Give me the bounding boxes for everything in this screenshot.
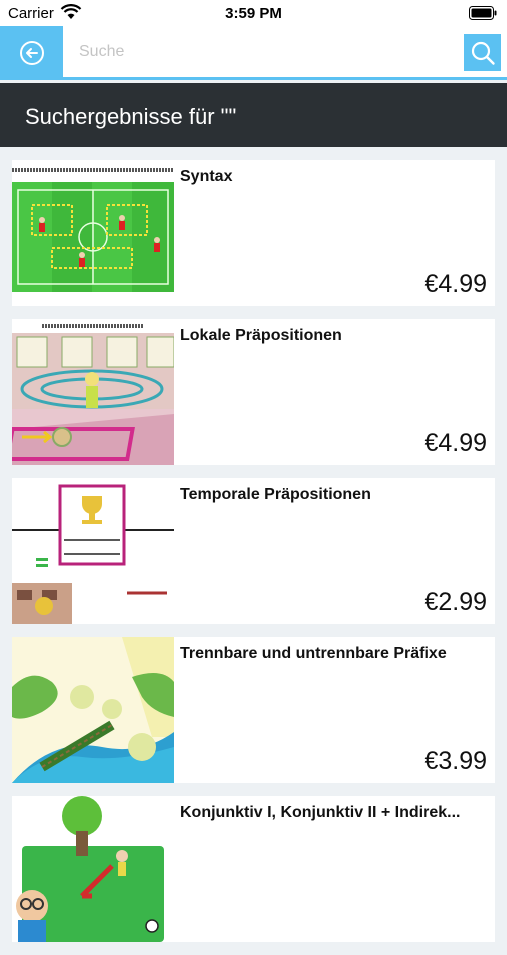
result-card[interactable]: Lokale Präpositionen €4.99 [12, 319, 495, 465]
course-thumbnail-image [12, 637, 174, 783]
result-card[interactable]: Trennbare und untrennbare Präfixe €3.99 [12, 637, 495, 783]
back-arrow-icon [19, 41, 44, 65]
search-input[interactable] [79, 36, 449, 68]
result-card[interactable]: Syntax €4.99 [12, 160, 495, 306]
result-price: €4.99 [424, 429, 487, 457]
search-button[interactable] [464, 34, 501, 71]
search-icon [471, 41, 495, 65]
search-bar [0, 26, 507, 80]
course-thumbnail-image [12, 478, 174, 624]
result-price: €3.99 [424, 747, 487, 775]
result-title: Lokale Präpositionen [180, 327, 342, 344]
results-list: Syntax €4.99 Lokale Präpositionen €4.99 [12, 160, 495, 955]
result-title: Temporale Präpositionen [180, 486, 371, 503]
result-title: Konjunktiv I, Konjunktiv II + Indirek... [180, 804, 461, 821]
results-header: Suchergebnisse für "" [0, 83, 507, 147]
result-card[interactable]: Konjunktiv I, Konjunktiv II + Indirek... [12, 796, 495, 942]
clock: 3:59 PM [225, 5, 282, 22]
result-title: Syntax [180, 168, 233, 185]
course-thumbnail-image [12, 160, 174, 306]
result-card[interactable]: Temporale Präpositionen €2.99 [12, 478, 495, 624]
course-thumbnail-image [12, 319, 174, 465]
result-price: €2.99 [424, 588, 487, 616]
status-bar: Carrier 3:59 PM [0, 0, 507, 26]
page-title: Suchergebnisse für "" [25, 104, 237, 129]
course-thumbnail-image [12, 796, 174, 942]
result-title: Trennbare und untrennbare Präfixe [180, 645, 447, 662]
result-price: €4.99 [424, 270, 487, 298]
back-button[interactable] [0, 26, 63, 80]
battery-icon [469, 6, 497, 20]
